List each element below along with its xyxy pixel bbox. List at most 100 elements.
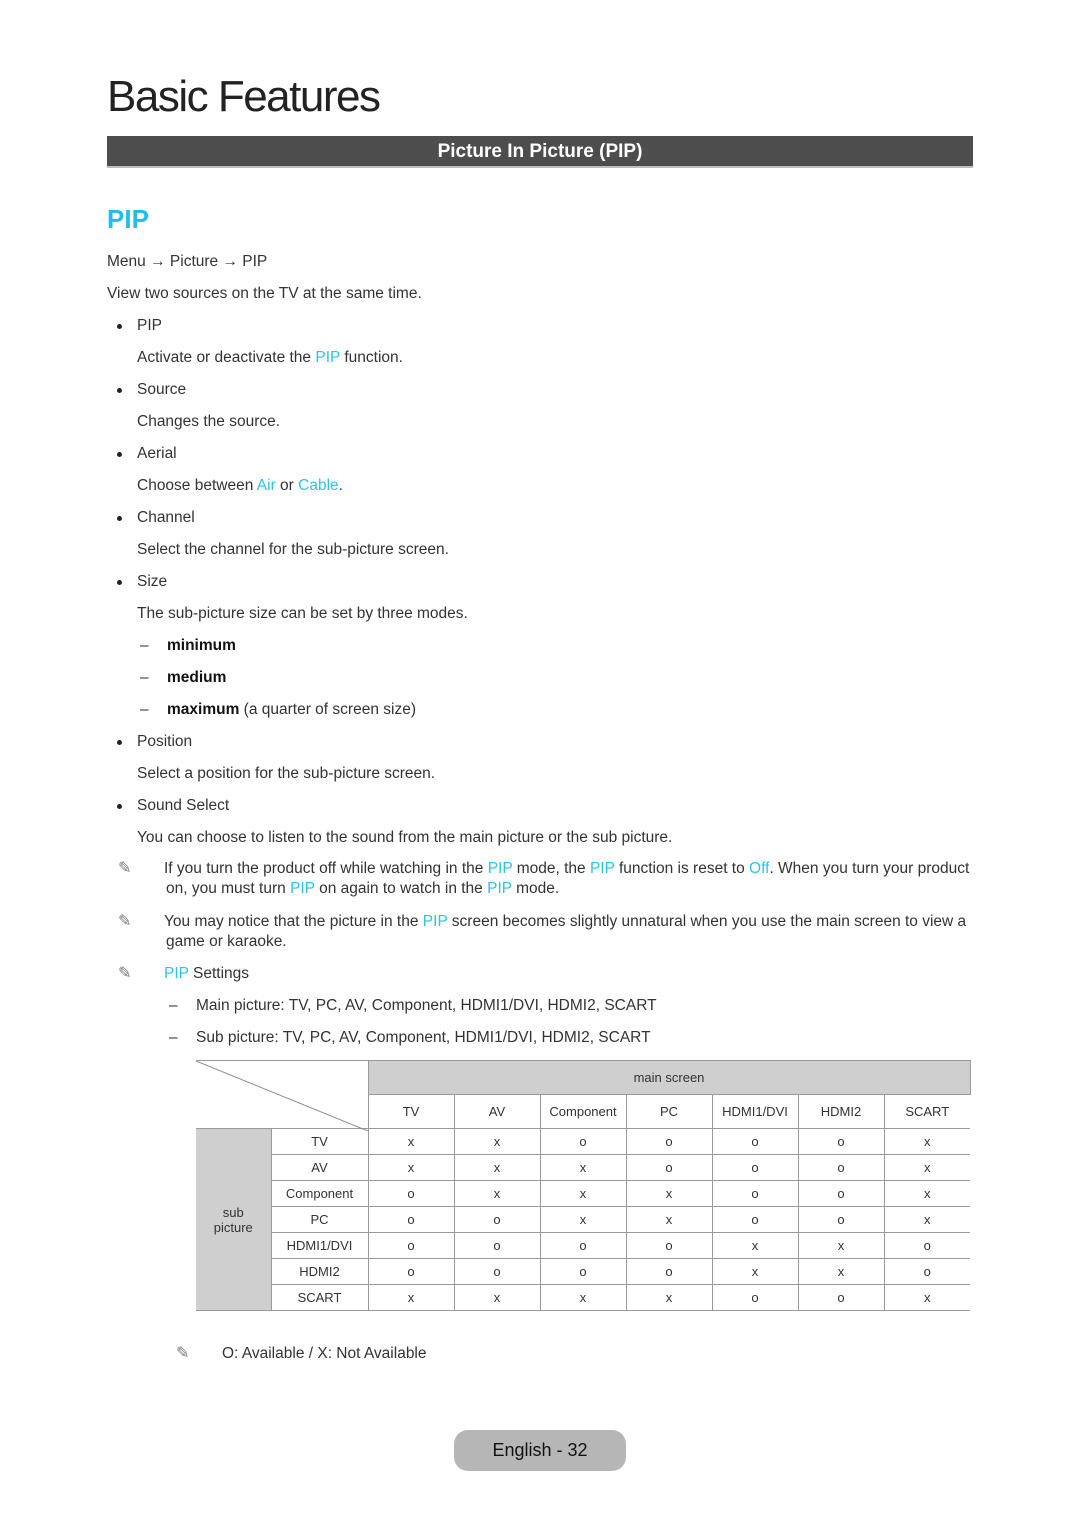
breadcrumb-pip[interactable]: PIP [242,253,267,270]
item-position-label: Position [116,733,193,750]
table-row: HDMI2 o o o o x x o [196,1258,970,1285]
availability-cell: o [453,1232,541,1259]
row-header: Component [270,1180,369,1207]
availability-cell: o [625,1128,713,1155]
availability-cell: o [797,1154,885,1181]
row-header: SCART [270,1284,369,1311]
page-title: Basic Features [107,72,381,121]
availability-cell: x [625,1180,713,1207]
item-channel-desc: Select the channel for the sub-picture s… [137,541,449,558]
availability-cell: o [711,1206,799,1233]
breadcrumb: Menu → Picture → PIP [107,252,267,272]
availability-cell: x [539,1206,627,1233]
size-mode-minimum: – minimum [140,637,236,654]
availability-cell: o [711,1284,799,1311]
availability-cell: x [711,1232,799,1259]
row-header: TV [270,1128,369,1155]
row-header: AV [270,1154,369,1181]
breadcrumb-picture[interactable]: Picture [170,253,218,270]
note-pencil-icon: ✎ [118,965,132,982]
arrow-icon: → [150,253,166,270]
availability-cell: x [883,1154,970,1181]
availability-cell: o [883,1232,970,1259]
breadcrumb-menu[interactable]: Menu [107,253,146,270]
availability-cell: x [367,1154,455,1181]
pip-compatibility-table: main screen TV AV Component PC HDMI1/DVI HDMI… [196,1060,971,1311]
row-header: PC [270,1206,369,1233]
item-sound-select-label: Sound Select [116,797,230,814]
table-row: sub picture TV x x o o o o x [196,1128,970,1311]
size-mode-medium: – medium [140,669,227,686]
availability-cell: x [625,1284,713,1311]
availability-cell: x [883,1206,970,1233]
legend-note: ✎ O: Available / X: Not Available [176,1345,427,1362]
availability-cell: o [367,1180,455,1207]
sub-picture-sources: – Sub picture: TV, PC, AV, Component, HDM… [169,1029,651,1046]
column-header: SCART [883,1094,970,1129]
table-corner-cell [196,1060,369,1131]
availability-cell: o [453,1206,541,1233]
availability-cell: x [883,1128,970,1155]
availability-cell: o [625,1258,713,1285]
column-header: Component [539,1094,627,1129]
availability-cell: o [883,1258,970,1285]
availability-cell: x [797,1232,885,1259]
availability-cell: o [367,1232,455,1259]
main-screen-header: main screen [367,1060,971,1095]
table-row: AV x x x o o o x [196,1154,970,1181]
availability-cell: o [797,1206,885,1233]
sub-picture-header: sub picture [196,1128,272,1311]
column-header: HDMI2 [797,1094,885,1129]
table-row: HDMI1/DVI o o o o x x o [196,1232,970,1259]
column-header: HDMI1/DVI [711,1094,799,1129]
main-picture-sources: – Main picture: TV, PC, AV, Component, HD… [169,997,657,1014]
availability-cell: o [711,1154,799,1181]
section-header-bar: Picture In Picture (PIP) [107,136,973,168]
note-pip-unnatural: ✎ You may notice that the picture in the … [118,913,967,950]
item-sound-select-desc: You can choose to listen to the sound fr… [137,829,673,846]
availability-cell: o [539,1232,627,1259]
row-header: HDMI1/DVI [270,1232,369,1259]
availability-cell: o [539,1128,627,1155]
item-aerial-desc: Choose between Air or Cable. [137,477,343,494]
availability-cell: x [625,1206,713,1233]
availability-cell: x [453,1154,541,1181]
availability-cell: o [711,1128,799,1155]
item-size-desc: The sub-picture size can be set by three… [137,605,468,622]
availability-cell: x [453,1128,541,1155]
intro-text: View two sources on the TV at the same t… [107,285,422,302]
item-source-label: Source [116,381,187,398]
availability-cell: o [453,1258,541,1285]
availability-cell: o [625,1154,713,1181]
availability-cell: x [797,1258,885,1285]
availability-cell: o [711,1180,799,1207]
availability-cell: o [797,1284,885,1311]
availability-cell: x [711,1258,799,1285]
availability-cell: o [625,1232,713,1259]
item-position-desc: Select a position for the sub-picture sc… [137,765,436,782]
size-mode-maximum: – maximum (a quarter of screen size) [140,701,416,718]
availability-cell: x [539,1154,627,1181]
note-pencil-icon: ✎ [176,1345,190,1362]
item-aerial-label: Aerial [117,445,177,462]
table-row: Component o x x x o o x [196,1180,970,1207]
table-row: PC o o x x o o x [196,1206,970,1233]
note-pencil-icon: ✎ [118,913,132,930]
table-row: SCART x x x x o o x [196,1284,970,1311]
column-header: PC [625,1094,713,1129]
availability-cell: x [883,1180,970,1207]
availability-cell: o [797,1128,885,1155]
availability-cell: x [453,1180,541,1207]
item-source-desc: Changes the source. [137,413,281,430]
item-channel-label: Channel [117,509,195,526]
availability-cell: x [367,1128,455,1155]
column-header: AV [453,1094,541,1129]
column-header: TV [367,1094,455,1129]
note-pencil-icon: ✎ [118,860,132,877]
section-heading: PIP [107,204,149,234]
item-pip-label: PIP [117,317,162,334]
availability-cell: x [539,1180,627,1207]
availability-cell: o [367,1258,455,1285]
item-pip-desc: Activate or deactivate the PIP function. [137,349,403,366]
arrow-icon: → [222,253,238,270]
